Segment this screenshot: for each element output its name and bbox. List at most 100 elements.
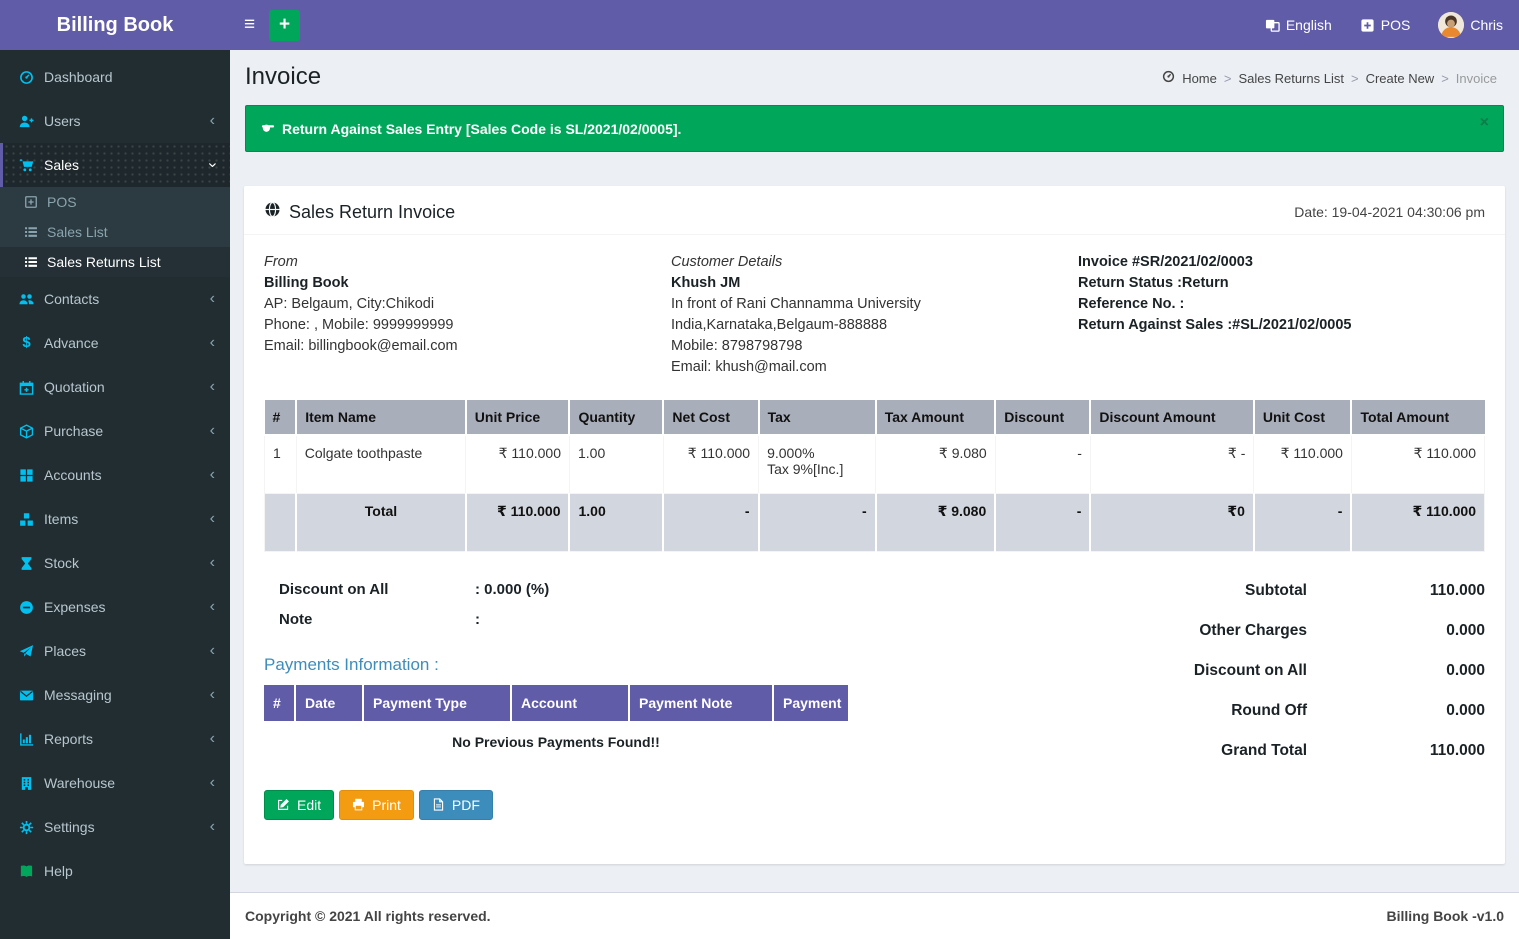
chevron-down-icon: ‹ [202, 162, 222, 167]
other-charges-value: 0.000 [1307, 622, 1485, 640]
customer-mobile: Mobile: 8798798798 [671, 336, 1078, 357]
sidebar-item-accounts[interactable]: Accounts ‹ [0, 453, 230, 497]
invoice-title: Sales Return Invoice [289, 202, 455, 223]
total-quantity: 1.00 [569, 493, 663, 551]
billing-book-app: Billing Book ≡ + English POS [0, 0, 1519, 939]
col-unit-price: Unit Price [466, 400, 570, 435]
cube-icon [15, 424, 38, 439]
from-email: Email: billingbook@email.com [264, 336, 671, 357]
total-unit-cost: - [1254, 493, 1352, 551]
sidebar-item-help[interactable]: Help [0, 849, 230, 893]
return-status: Return Status :Return [1078, 273, 1485, 294]
breadcrumb-current: Invoice [1456, 71, 1497, 86]
sidebar-item-purchase[interactable]: Purchase ‹ [0, 409, 230, 453]
sidebar-item-sales-returns-list[interactable]: Sales Returns List [0, 247, 230, 277]
bar-chart-icon [15, 732, 38, 747]
payments-empty-message: No Previous Payments Found!! [264, 721, 848, 763]
cell-net-cost: ₹ 110.000 [663, 435, 758, 493]
sidebar-item-dashboard[interactable]: Dashboard [0, 55, 230, 99]
sidebar-item-quotation[interactable]: Quotation ‹ [0, 365, 230, 409]
cell-quantity: 1.00 [569, 435, 663, 493]
from-phone: Phone: , Mobile: 9999999999 [264, 315, 671, 336]
pay-col-account: Account [511, 685, 629, 721]
sidebar-item-sales[interactable]: Sales ‹ [0, 143, 230, 187]
sidebar-toggle-icon[interactable]: ≡ [230, 14, 269, 36]
file-pdf-icon [432, 798, 445, 811]
breadcrumb-separator: > [1351, 71, 1359, 86]
quick-add-button[interactable]: + [269, 10, 300, 41]
app-logo[interactable]: Billing Book [0, 0, 230, 50]
note-label: Note [279, 611, 475, 628]
invoice-actions: Edit Print PDF [264, 790, 1083, 820]
sidebar-item-settings[interactable]: Settings ‹ [0, 805, 230, 849]
chevron-left-icon: ‹ [210, 377, 215, 397]
cell-discount-amount: ₹ - [1090, 435, 1253, 493]
alert-message: Return Against Sales Entry [Sales Code i… [282, 121, 681, 137]
sidebar-item-advance[interactable]: $ Advance ‹ [0, 321, 230, 365]
customer-name: Khush JM [671, 273, 1078, 294]
round-off-label: Round Off [1231, 702, 1307, 720]
printer-icon [352, 798, 365, 811]
summary-discount-label: Discount on All [1194, 662, 1307, 680]
gears-icon [15, 820, 38, 835]
sidebar-item-messaging[interactable]: Messaging ‹ [0, 673, 230, 717]
top-navbar: ≡ + English POS [230, 0, 1519, 50]
sidebar-item-stock[interactable]: Stock ‹ [0, 541, 230, 585]
cell-discount: - [995, 435, 1090, 493]
round-off-row: Round Off 0.000 [1083, 702, 1485, 720]
sidebar: Dashboard Users ‹ Sales ‹ POS Sales Lis [0, 50, 230, 939]
sidebar-item-warehouse[interactable]: Warehouse ‹ [0, 761, 230, 805]
pos-shortcut[interactable]: POS [1360, 17, 1411, 33]
pencil-square-icon [277, 798, 290, 811]
chevron-left-icon: ‹ [210, 465, 215, 485]
language-menu[interactable]: English [1265, 17, 1332, 33]
round-off-value: 0.000 [1307, 702, 1485, 720]
close-icon[interactable]: × [1480, 114, 1489, 132]
subtotal-value: 110.000 [1307, 582, 1485, 600]
breadcrumb-home[interactable]: Home [1182, 71, 1217, 86]
sidebar-item-contacts[interactable]: Contacts ‹ [0, 277, 230, 321]
discount-on-all-row: Discount on All : 0.000 (%) [279, 581, 1083, 598]
cell-tax-amount: ₹ 9.080 [876, 435, 996, 493]
edit-button[interactable]: Edit [264, 790, 334, 820]
success-alert: Return Against Sales Entry [Sales Code i… [245, 105, 1504, 152]
home-gauge-icon [1162, 70, 1175, 86]
return-against-sales: Return Against Sales :#SL/2021/02/0005 [1078, 315, 1485, 336]
from-block: From Billing Book AP: Belgaum, City:Chik… [264, 252, 671, 378]
chevron-left-icon: ‹ [210, 817, 215, 837]
sidebar-item-expenses[interactable]: Expenses ‹ [0, 585, 230, 629]
plus-square-icon [19, 195, 42, 209]
cell-unit-price: ₹ 110.000 [466, 435, 570, 493]
col-total-amount: Total Amount [1351, 400, 1484, 435]
hourglass-icon [15, 556, 38, 571]
sidebar-item-places[interactable]: Places ‹ [0, 629, 230, 673]
breadcrumb-create-new[interactable]: Create New [1366, 71, 1435, 86]
total-discount-amount: ₹0 [1090, 493, 1253, 551]
user-menu[interactable]: Chris [1438, 12, 1503, 38]
total-total-amount: ₹ 110.000 [1351, 493, 1484, 551]
sidebar-item-pos[interactable]: POS [0, 187, 230, 217]
payments-empty-row: No Previous Payments Found!! [264, 721, 848, 763]
subtotal-row: Subtotal 110.000 [1083, 582, 1485, 600]
col-num: # [265, 400, 297, 435]
globe-icon [264, 201, 281, 223]
book-icon [15, 864, 38, 879]
sidebar-item-sales-list[interactable]: Sales List [0, 217, 230, 247]
cell-unit-cost: ₹ 110.000 [1254, 435, 1352, 493]
note-row: Note : [279, 611, 1083, 628]
sidebar-item-reports[interactable]: Reports ‹ [0, 717, 230, 761]
paper-plane-icon [15, 644, 38, 659]
other-charges-row: Other Charges 0.000 [1083, 622, 1485, 640]
pdf-button[interactable]: PDF [419, 790, 493, 820]
payments-table: # Date Payment Type Account Payment Note… [264, 685, 848, 763]
cell-total-amount: ₹ 110.000 [1351, 435, 1484, 493]
invoice-parties: From Billing Book AP: Belgaum, City:Chik… [264, 252, 1485, 378]
sidebar-item-users[interactable]: Users ‹ [0, 99, 230, 143]
total-empty-cell [265, 493, 297, 551]
sidebar-item-items[interactable]: Items ‹ [0, 497, 230, 541]
breadcrumb: Home > Sales Returns List > Create New >… [1162, 70, 1497, 86]
col-item-name: Item Name [296, 400, 466, 435]
breadcrumb-sales-returns-list[interactable]: Sales Returns List [1238, 71, 1344, 86]
user-plus-icon [15, 114, 38, 129]
print-button[interactable]: Print [339, 790, 414, 820]
